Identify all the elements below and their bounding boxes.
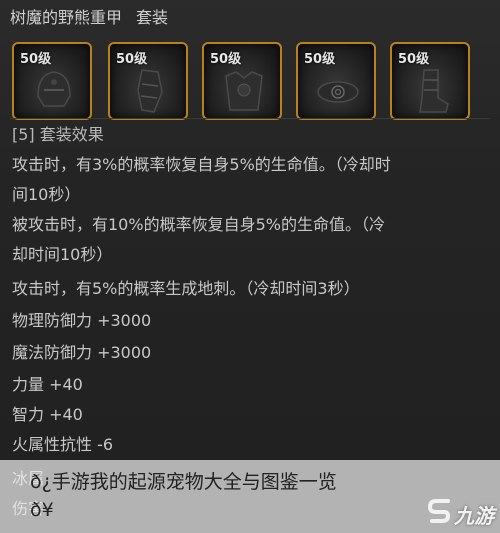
equipment-slot-5[interactable]: 50级 <box>390 42 470 120</box>
boots-icon <box>419 69 449 113</box>
watermark-text: 九游 <box>454 504 494 528</box>
divider <box>10 118 490 119</box>
chest-armor-icon <box>225 71 263 111</box>
helmet-icon <box>37 71 71 107</box>
equipment-slot-2[interactable]: 50级 <box>108 42 188 120</box>
watermark-logo-icon <box>427 499 451 523</box>
set-equipment-slots: 50级 50级 50级 50级 50级 <box>12 42 492 126</box>
set-effect-line: 被攻击时，有10%的概率恢复自身5%的生命值。（冷 <box>12 215 385 234</box>
stat-line: 力量 +40 <box>12 375 83 394</box>
stat-line: 物理防御力 +3000 <box>12 311 152 330</box>
belt-icon <box>317 81 359 103</box>
item-title: 树魔的野熊重甲 套装 <box>10 6 168 30</box>
item-name: 树魔的野熊重甲 <box>10 8 123 27</box>
equipment-slot-3[interactable]: 50级 <box>202 42 282 120</box>
set-effect-line: 攻击时，有5%的概率生成地刺。（冷却时间3秒） <box>12 279 360 298</box>
set-tag: 套装 <box>136 8 169 27</box>
equipment-slot-4[interactable]: 50级 <box>296 42 376 120</box>
equipment-slot-1[interactable]: 50级 <box>12 42 92 120</box>
caption-line-1: ð¿手游我的起源宠物大全与图鉴一览 <box>30 471 337 493</box>
item-tooltip-panel: 树魔的野熊重甲 套装 50级 50级 50级 50级 50级 [5] 套装效果 … <box>0 0 500 533</box>
stat-line: 火属性抗性 -6 <box>12 435 114 454</box>
set-effect-line: 间10秒） <box>12 185 81 204</box>
set-effect-line: 攻击时，有3%的概率恢复自身5%的生命值。（冷却时 <box>12 155 391 174</box>
set-effect-line: 却时间10秒） <box>12 245 113 264</box>
stat-line: 智力 +40 <box>12 405 83 424</box>
set-effects-header: [5] 套装效果 <box>12 125 104 144</box>
armor-piece-icon <box>137 69 163 113</box>
stat-line: 魔法防御力 +3000 <box>12 343 152 362</box>
